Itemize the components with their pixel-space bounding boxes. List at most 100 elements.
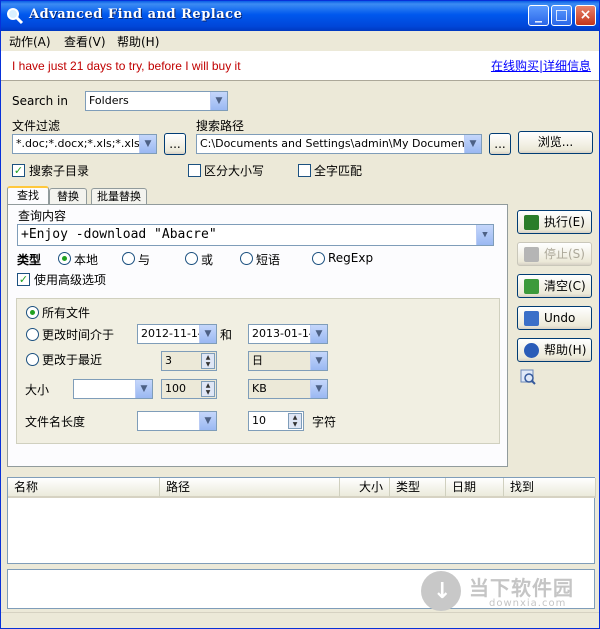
zoom-icon[interactable] <box>520 369 536 385</box>
recent-unit-select[interactable]: 日 ▼ <box>248 351 328 371</box>
search-in-select[interactable]: Folders ▼ <box>85 91 228 111</box>
match-case-label: 区分大小写 <box>204 164 265 178</box>
name-length-operator-select[interactable]: ▼ <box>137 411 217 431</box>
title-bar[interactable]: Advanced Find and Replace _ □ × <box>1 1 599 31</box>
tab-find[interactable]: 查找 <box>7 186 49 206</box>
query-value: +Enjoy -download "Abacre" <box>21 227 217 242</box>
spin-arrows-icon[interactable]: ▲ ▼ <box>288 413 302 429</box>
modified-recent-label: 更改于最近 <box>42 353 103 367</box>
search-in-label: Search in <box>12 94 68 108</box>
file-filter-select[interactable]: *.doc;*.docx;*.xls;*.xlsx;*.h ▼ <box>12 134 157 154</box>
type-radio-and[interactable] <box>122 252 135 265</box>
size-unit-value: KB <box>252 382 267 395</box>
buy-online-link[interactable]: 在线购买|详细信息 <box>491 57 591 74</box>
all-files-radio[interactable] <box>26 306 39 319</box>
col-name[interactable]: 名称 <box>8 478 160 498</box>
size-unit-select[interactable]: KB ▼ <box>248 379 328 399</box>
spin-arrows-icon[interactable]: ▲ ▼ <box>201 381 215 397</box>
type-local-label: 本地 <box>74 253 99 267</box>
modified-between-radio[interactable] <box>26 328 39 341</box>
undo-button[interactable]: Undo <box>517 306 592 330</box>
chevron-down-icon: ▼ <box>199 325 216 343</box>
app-magnifier-icon <box>7 8 24 25</box>
type-and-label: 与 <box>138 253 151 267</box>
chevron-down-icon: ▼ <box>310 352 327 370</box>
chevron-down-icon: ▼ <box>476 225 493 245</box>
search-path-select[interactable]: C:\Documents and Settings\admin\My Docum… <box>196 134 482 154</box>
chevron-down-icon: ▼ <box>310 380 327 398</box>
download-arrow-icon: ↓ <box>421 571 461 611</box>
match-case-checkbox[interactable] <box>188 164 201 177</box>
subdirs-checkbox[interactable]: ✓ <box>12 164 25 177</box>
search-path-more-button[interactable]: ... <box>489 133 511 155</box>
undo-label: Undo <box>544 311 576 325</box>
search-path-label: 搜索路径 <box>196 119 245 133</box>
stop-button[interactable]: 停止(S) <box>517 242 592 266</box>
search-path-value: C:\Documents and Settings\admin\My Docum… <box>200 137 482 150</box>
whole-word-label: 全字匹配 <box>314 164 363 178</box>
modified-recent-radio[interactable] <box>26 353 39 366</box>
file-filter-more-button[interactable]: ... <box>164 133 186 155</box>
search-in-value: Folders <box>89 94 129 107</box>
recent-unit-value: 日 <box>252 354 263 367</box>
date-to-picker[interactable]: 2013-01-14 ▼ <box>248 324 328 344</box>
execute-button[interactable]: 执行(E) <box>517 210 592 234</box>
menu-help[interactable]: 帮助(H) <box>117 33 159 50</box>
subdirs-label: 搜索子目录 <box>29 164 90 178</box>
type-label: 类型 <box>17 253 42 267</box>
file-filter-label: 文件过滤 <box>12 119 61 133</box>
query-input[interactable]: +Enjoy -download "Abacre" ▼ <box>17 224 494 246</box>
advanced-label: 使用高级选项 <box>34 273 107 287</box>
chevron-down-icon: ▼ <box>135 380 152 398</box>
maximize-button[interactable]: □ <box>551 5 572 26</box>
arrow-right-icon <box>524 215 539 230</box>
date-from-picker[interactable]: 2012-11-14 ▼ <box>137 324 217 344</box>
and-label: 和 <box>220 328 233 342</box>
stop-icon <box>524 247 539 262</box>
type-or-label: 或 <box>201 253 214 267</box>
menu-view[interactable]: 查看(V) <box>64 33 106 50</box>
file-filter-value: *.doc;*.docx;*.xls;*.xlsx;*.h <box>16 137 157 150</box>
watermark-title: 当下软件园 <box>469 576 574 600</box>
size-stepper[interactable]: 100 ▲ ▼ <box>161 379 217 399</box>
size-operator-select[interactable]: ▼ <box>73 379 153 399</box>
watermark-sub: downxia.com <box>489 598 567 609</box>
menu-action[interactable]: 动作(A) <box>9 33 51 50</box>
type-phrase-label: 短语 <box>256 253 281 267</box>
recent-value: 3 <box>165 354 172 367</box>
col-size[interactable]: 大小 <box>340 478 390 498</box>
clear-button[interactable]: 清空(C) <box>517 274 592 298</box>
type-radio-or[interactable] <box>185 252 198 265</box>
menu-bar: 动作(A) 查看(V) 帮助(H) <box>1 31 599 51</box>
type-radio-phrase[interactable] <box>240 252 253 265</box>
clear-label: 清空(C) <box>544 279 586 293</box>
col-type[interactable]: 类型 <box>390 478 446 498</box>
date-to-value: 2013-01-14 <box>252 327 316 340</box>
chevron-down-icon: ▼ <box>199 412 216 430</box>
chevron-down-icon: ▼ <box>464 135 481 153</box>
help-button[interactable]: 帮助(H) <box>517 338 592 362</box>
chevron-down-icon: ▼ <box>139 135 156 153</box>
col-found[interactable]: 找到 <box>504 478 596 498</box>
date-from-value: 2012-11-14 <box>141 327 205 340</box>
whole-word-checkbox[interactable] <box>298 164 311 177</box>
minimize-button[interactable]: _ <box>528 5 549 26</box>
col-date[interactable]: 日期 <box>446 478 504 498</box>
recent-stepper[interactable]: 3 ▲ ▼ <box>161 351 217 371</box>
help-icon <box>524 343 539 358</box>
browse-button[interactable]: 浏览... <box>518 131 593 154</box>
close-button[interactable]: × <box>575 5 596 26</box>
advanced-checkbox[interactable]: ✓ <box>17 273 30 286</box>
type-radio-regexp[interactable] <box>312 252 325 265</box>
type-radio-local[interactable] <box>58 252 71 265</box>
spin-arrows-icon[interactable]: ▲ ▼ <box>201 353 215 369</box>
help-label: 帮助(H) <box>544 343 587 357</box>
name-length-stepper[interactable]: 10 ▲ ▼ <box>248 411 304 431</box>
all-files-label: 所有文件 <box>42 306 91 320</box>
chevron-down-icon: ▼ <box>210 92 227 110</box>
col-path[interactable]: 路径 <box>160 478 340 498</box>
name-length-label: 文件名长度 <box>25 415 86 429</box>
type-regexp-label: RegExp <box>328 251 374 265</box>
trial-text: I have just 21 days to try, before I wil… <box>12 59 241 73</box>
results-list[interactable]: 名称 路径 大小 类型 日期 找到 <box>7 477 596 564</box>
